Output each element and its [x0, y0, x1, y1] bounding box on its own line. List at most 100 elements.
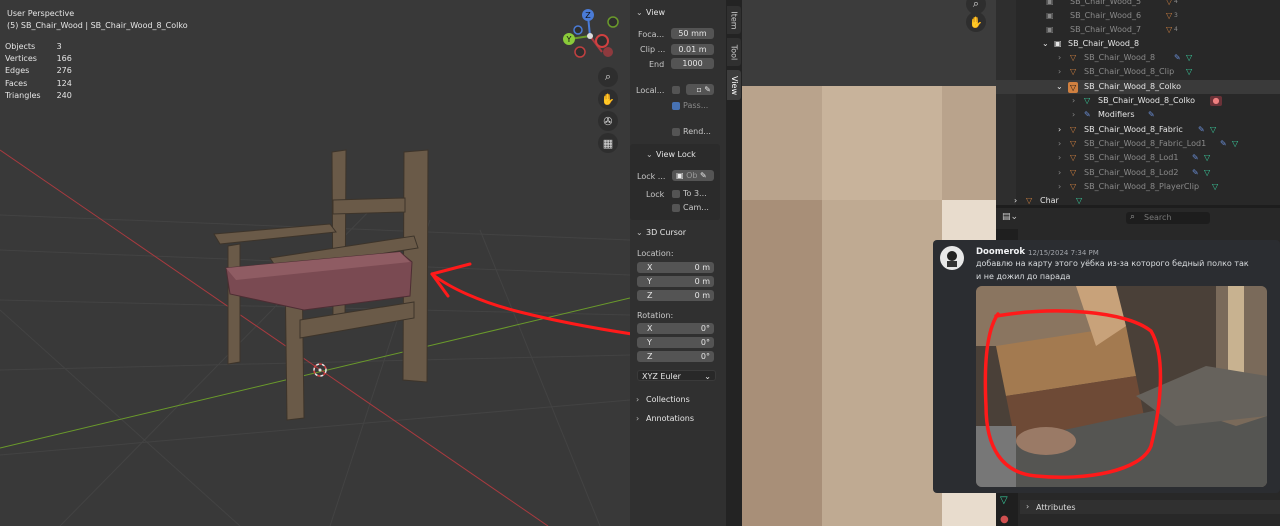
editor-type-icon[interactable]: ▤⌄ — [1002, 212, 1018, 222]
chat-message-card: Doomerok 12/15/2024 7:34 PM добавлю на к… — [933, 240, 1280, 493]
stat-row: Faces 124 — [5, 78, 72, 88]
outliner-panel[interactable]: ▣ SB_Chair_Wood_5 ▽ 4 ▣ SB_Chair_Wood_6 ▽ 3 ▣ S… — [996, 0, 1280, 205]
message-author[interactable]: Doomerok — [976, 247, 1025, 257]
search-input[interactable]: ⌕ Search — [1126, 212, 1210, 224]
list-item[interactable]: › ▽ SB_Chair_Wood_8_Fabric ✎ ▽ — [996, 123, 1280, 137]
wrench-icon: ✎ — [1192, 153, 1199, 162]
focal-length-field[interactable]: 50 mm — [671, 28, 714, 39]
mesh-object-icon: ▽ — [1070, 168, 1077, 177]
cursor-rotation-y[interactable]: Y 0° — [637, 337, 714, 348]
lock-camera-label: Cam... — [683, 203, 709, 212]
message-text-line1: добавлю на карту этого уёбка из-за котор… — [976, 259, 1249, 268]
pan-hand-icon[interactable]: ✋ — [598, 89, 618, 109]
collection-icon: ▣ — [1046, 0, 1054, 6]
mesh-object-icon: ▽ — [1070, 182, 1077, 191]
viewport-canvas[interactable] — [0, 0, 630, 526]
mesh-data-icon: ▽ — [1186, 53, 1193, 62]
view-lock-header[interactable]: ⌄ View Lock — [646, 150, 696, 159]
stat-row: Objects 3 — [5, 42, 62, 51]
sidebar-panel: ⌄ View Foca... 50 mm Clip ... 0.01 m End … — [630, 0, 726, 526]
mesh-data-icon: ▽ — [1186, 67, 1193, 76]
render-region-label: Rend... — [683, 127, 711, 136]
wrench-icon: ✎ — [1084, 110, 1091, 119]
local-camera-checkbox[interactable] — [672, 86, 680, 94]
list-item[interactable]: › ▽ SB_Chair_Wood_8_Clip ▽ — [996, 65, 1280, 79]
collection-icon: ▣ — [1054, 39, 1062, 48]
mesh-data-icon: ▽ — [1076, 196, 1083, 205]
list-item[interactable]: › ▽ SB_Chair_Wood_8_Lod2 ✎ ▽ — [996, 166, 1280, 180]
cursor-location-z[interactable]: Z0 m — [637, 290, 714, 301]
list-item[interactable]: ⌄ ▽ SB_Chair_Wood_8_Colko — [996, 80, 1280, 95]
collections-header[interactable]: › Collections — [636, 395, 690, 404]
cursor-rotation-z[interactable]: Z 0° — [637, 351, 714, 362]
mesh-object-icon: ▽ — [1026, 196, 1033, 205]
annotations-header[interactable]: › Annotations — [636, 414, 694, 423]
list-item[interactable]: ▣ SB_Chair_Wood_7 ▽ 4 — [996, 23, 1280, 37]
list-item[interactable]: › ▽ SB_Chair_Wood_8_PlayerClip ▽ — [996, 180, 1280, 194]
tab-item[interactable]: Item — [727, 6, 741, 34]
attached-photo[interactable] — [976, 286, 1267, 487]
list-item[interactable]: › ▽ SB_Chair_Wood_8_Fabric_Lod1 ✎ ▽ — [996, 137, 1280, 151]
lock-object-field[interactable]: ▣ Ob ✎ — [672, 170, 714, 181]
red-circle-annotation — [983, 309, 1163, 479]
camera-view-icon[interactable]: ✇ — [598, 111, 618, 131]
list-item[interactable]: ▣ SB_Chair_Wood_6 ▽ 3 — [996, 9, 1280, 23]
clip-end-field[interactable]: 1000 — [671, 58, 714, 69]
chair-model[interactable] — [213, 149, 429, 421]
3d-cursor[interactable] — [313, 363, 327, 377]
clip-end-label: End — [649, 60, 665, 69]
render-region-checkbox[interactable] — [672, 128, 680, 136]
clip-start-label: Clip ... — [640, 45, 666, 54]
wrench-icon: ✎ — [1198, 125, 1205, 134]
cursor-rotation-x[interactable]: X 0° — [637, 323, 714, 334]
cursor-location-label: Location: — [637, 249, 674, 258]
message-text-line2: и не дожил до парада — [976, 272, 1071, 281]
tab-view[interactable]: View — [727, 70, 741, 100]
view-section-header[interactable]: ⌄ View — [636, 8, 665, 17]
mesh-data-tab-icon[interactable]: ▽ — [1000, 495, 1008, 506]
search-icon: ⌕ — [1130, 212, 1136, 222]
stat-row: Edges 276 — [5, 66, 72, 76]
perspective-grid-icon[interactable]: ▦ — [598, 133, 618, 153]
passepartout-checkbox[interactable] — [672, 102, 680, 110]
clip-start-field[interactable]: 0.01 m — [671, 44, 714, 55]
scene-statistics: Objects 3 Vertices 166 Edges 276 Faces 124 T… — [5, 41, 78, 102]
lock-to-3d-cursor-checkbox[interactable] — [672, 190, 680, 198]
attributes-section[interactable]: › Attributes — [1020, 500, 1280, 514]
list-item[interactable]: › ▽ SB_Chair_Wood_8_Lod1 ✎ ▽ — [996, 151, 1280, 165]
list-item[interactable]: › ✎ Modifiers ✎ — [996, 108, 1280, 122]
cursor-location-x[interactable]: X0 m — [637, 262, 714, 273]
wrench-icon: ✎ — [1192, 168, 1199, 177]
eyedropper-icon[interactable]: ▫ ✎ — [686, 84, 714, 95]
list-item[interactable]: ▣ SB_Chair_Wood_5 ▽ 4 — [996, 0, 1280, 9]
list-item[interactable]: › ▽ SB_Chair_Wood_8 ✎ ▽ — [996, 51, 1280, 65]
svg-text:Y: Y — [566, 35, 572, 44]
list-item[interactable]: ⌄ ▣ SB_Chair_Wood_8 — [996, 37, 1280, 51]
stat-row: Triangles 240 — [5, 90, 72, 100]
lock-camera-checkbox[interactable] — [672, 204, 680, 212]
mesh-icon: ▽ — [1166, 25, 1173, 34]
pan-hand-icon[interactable]: ✋ — [966, 12, 986, 32]
zoom-icon[interactable]: ⌕ — [598, 67, 618, 87]
mesh-object-icon: ▽ — [1068, 82, 1079, 93]
sidebar-tabs: Item Tool View — [726, 0, 742, 526]
chevron-down-icon: ⌄ — [1042, 39, 1049, 48]
cursor-rotation-label: Rotation: — [637, 311, 674, 320]
tab-tool[interactable]: Tool — [727, 38, 741, 66]
list-item[interactable]: › ▽ SB_Chair_Wood_8_Colko ● — [996, 94, 1280, 108]
avatar[interactable] — [940, 246, 964, 270]
mesh-object-icon: ▽ — [1070, 139, 1077, 148]
3d-cursor-header[interactable]: ⌄ 3D Cursor — [636, 228, 686, 237]
mesh-object-icon: ▽ — [1070, 67, 1077, 76]
avatar-icon — [947, 251, 957, 267]
list-item[interactable]: › ▽ Char ▽ — [996, 194, 1280, 205]
cursor-location-y[interactable]: Y0 m — [637, 276, 714, 287]
3d-viewport[interactable]: User Perspective (5) SB_Chair_Wood | SB_… — [0, 0, 630, 526]
collection-icon: ▣ — [1046, 25, 1054, 34]
material-tab-icon[interactable]: ● — [1000, 514, 1009, 525]
navigation-gizmo[interactable]: Z Y — [558, 8, 622, 62]
mesh-object-icon: ▽ — [1070, 53, 1077, 62]
collection-icon: ▣ — [1046, 11, 1054, 20]
wrench-icon: ✎ — [1220, 139, 1227, 148]
rotation-mode-dropdown[interactable]: XYZ Euler ⌄ — [637, 370, 716, 381]
